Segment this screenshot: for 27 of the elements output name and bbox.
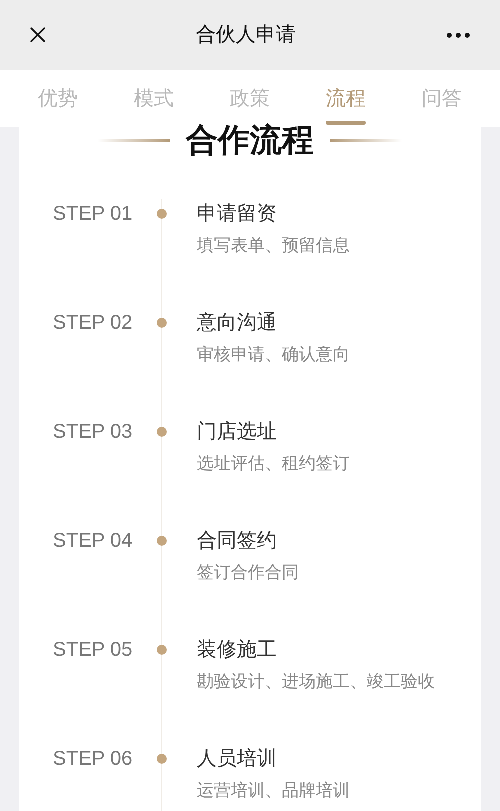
tab[interactable]: 问答 xyxy=(422,72,462,124)
tab[interactable]: 优势 xyxy=(38,72,78,124)
step-description: 填写表单、预留信息 xyxy=(197,235,350,257)
tab[interactable]: 流程 xyxy=(326,72,366,124)
step-description: 勘验设计、进场施工、竣工验收 xyxy=(197,671,435,693)
step-label: STEP 02 xyxy=(52,311,134,336)
step-description: 选址评估、租约签订 xyxy=(197,453,350,475)
step-title: 合同签约 xyxy=(197,529,278,554)
step-title: 申请留资 xyxy=(197,202,278,227)
divider-line xyxy=(98,138,170,142)
step-label: STEP 04 xyxy=(52,529,134,554)
step-label: STEP 01 xyxy=(52,202,134,227)
step-description: 运营培训、品牌培训 xyxy=(197,780,350,802)
step-title: 门店选址 xyxy=(197,420,278,445)
step-title: 人员培训 xyxy=(197,747,278,772)
tab[interactable]: 政策 xyxy=(230,72,270,124)
step-title: 装修施工 xyxy=(197,638,278,663)
step-description: 审核申请、确认意向 xyxy=(197,344,350,366)
divider-line xyxy=(330,138,402,142)
tab[interactable]: 模式 xyxy=(134,72,174,124)
step-label: STEP 03 xyxy=(52,420,134,445)
step-description: 签订合作合同 xyxy=(197,562,299,584)
nav-title: 合伙人申请 xyxy=(196,23,296,48)
step-label: STEP 06 xyxy=(52,747,134,772)
step-title: 意向沟通 xyxy=(197,311,278,336)
step-label: STEP 05 xyxy=(52,638,134,663)
section-title: 合作流程 xyxy=(186,124,314,156)
